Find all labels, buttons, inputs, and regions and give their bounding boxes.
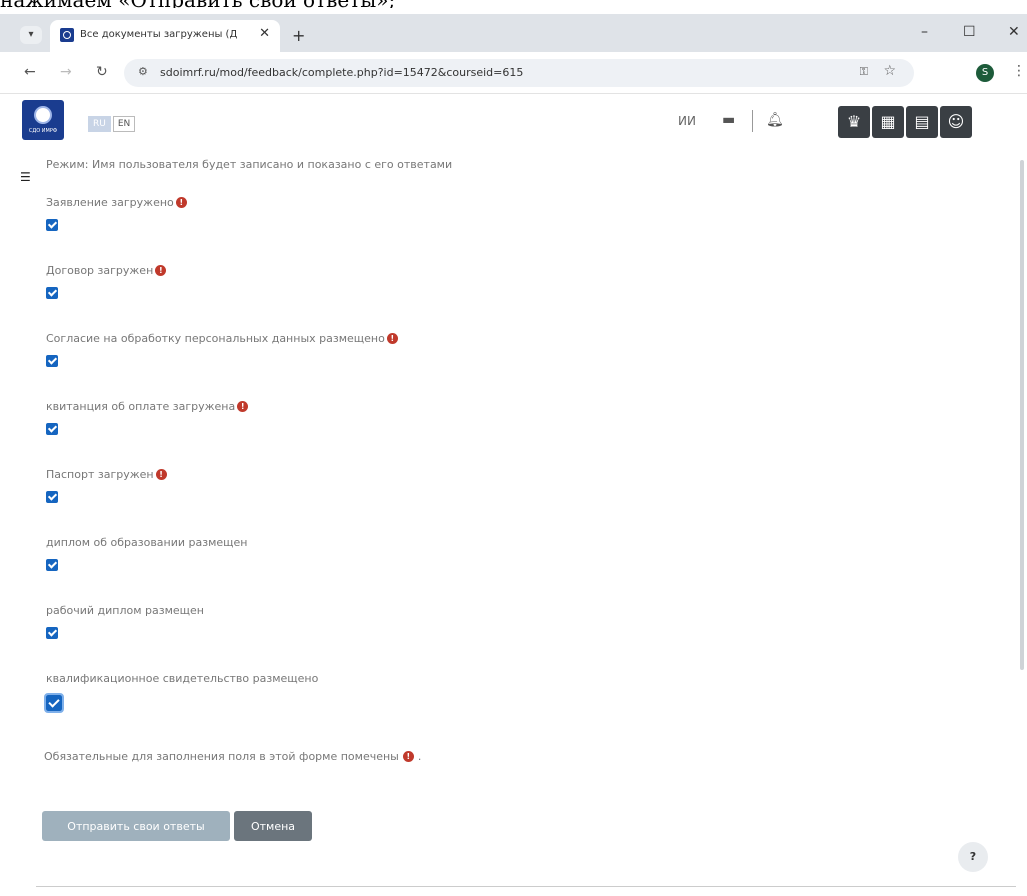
calendar-icon[interactable]: ▤ [906, 106, 938, 138]
required-icon: ! [175, 197, 187, 208]
question-item: Паспорт загружен! [46, 468, 167, 503]
question-item: квалификационное свидетельство размещено [44, 672, 319, 713]
page-scrollbar[interactable] [1020, 160, 1024, 670]
logo-text: СДО ИМРФ [28, 128, 58, 134]
required-icon: ! [155, 265, 167, 276]
question-item: рабочий диплом размещен [46, 604, 204, 639]
required-icon: ! [386, 333, 398, 344]
tab-title: Все документы загружены (Д [80, 29, 238, 40]
browser-toolbar: ← → ↻ ⚙ sdoimrf.ru/mod/feedback/complete… [0, 52, 1027, 94]
required-icon: ! [402, 751, 414, 762]
question-label: Паспорт загружен [46, 468, 154, 481]
header-divider [752, 110, 753, 132]
close-window-button[interactable]: ✕ [1008, 24, 1020, 40]
lang-en-button[interactable]: EN [112, 116, 136, 132]
lang-ru-button[interactable]: RU [88, 116, 111, 132]
messages-icon[interactable]: ▬ [722, 112, 735, 128]
site-info-icon[interactable]: ⚙ [138, 65, 148, 78]
password-key-icon[interactable]: ⚿ [860, 65, 868, 79]
logo-emblem-icon [34, 106, 52, 124]
question-item: Согласие на обработку персональных данны… [46, 332, 398, 367]
browser-menu-icon[interactable]: ⋮ [1012, 63, 1026, 79]
question-label: Договор загружен [46, 264, 154, 277]
accessibility-icon[interactable]: ☺ [940, 106, 972, 138]
required-fields-note: Обязательные для заполнения поля в этой … [44, 750, 421, 763]
profile-avatar[interactable]: S [976, 64, 994, 82]
feedback-form: Режим: Имя пользователя будет записано и… [0, 156, 1027, 896]
required-icon: ! [155, 469, 167, 480]
trophy-icon[interactable]: ♛ [838, 106, 870, 138]
site-header: СДО ИМРФ RU EN ИИ ▬ 🔔︎ ♛ ▦ ▤ ☺ [0, 94, 1027, 156]
question-checkbox[interactable] [46, 355, 58, 367]
help-button[interactable]: ? [958, 842, 988, 872]
question-item: Договор загружен! [46, 264, 167, 299]
grid-layout-icon[interactable]: ▦ [872, 106, 904, 138]
address-bar[interactable]: ⚙ sdoimrf.ru/mod/feedback/complete.php?i… [124, 59, 914, 87]
new-tab-button[interactable]: + [292, 26, 305, 45]
back-arrow-icon[interactable]: ← [24, 64, 36, 80]
reload-icon[interactable]: ↻ [96, 64, 108, 80]
notifications-bell-icon[interactable]: 🔔︎ [766, 112, 784, 128]
bookmark-star-icon[interactable]: ☆ [883, 63, 896, 79]
minimize-button[interactable]: – [921, 24, 928, 40]
required-note-end: . [417, 750, 422, 763]
mode-notice: Режим: Имя пользователя будет записано и… [46, 158, 453, 171]
document-caption: нажимаем «Отправить свои ответы»; [0, 0, 1027, 8]
site-favicon-icon [60, 28, 74, 42]
tab-search-dropdown-icon[interactable]: ▾ [20, 26, 42, 44]
question-checkbox-focused[interactable] [44, 693, 64, 713]
question-checkbox[interactable] [46, 627, 58, 639]
question-label: квалификационное свидетельство размещено [46, 672, 319, 685]
footer-divider [36, 886, 1016, 887]
required-icon: ! [237, 401, 249, 412]
question-label: Согласие на обработку персональных данны… [46, 332, 385, 345]
cancel-button[interactable]: Отмена [234, 811, 312, 841]
question-checkbox[interactable] [46, 559, 58, 571]
question-label: рабочий диплом размещен [46, 604, 204, 617]
submit-answers-button[interactable]: Отправить свои ответы [42, 811, 230, 841]
browser-tab-active[interactable]: Все документы загружены (Д ✕ [50, 20, 280, 52]
maximize-button[interactable]: ☐ [963, 24, 976, 40]
site-logo[interactable]: СДО ИМРФ [22, 100, 64, 140]
question-item: диплом об образовании размещен [46, 536, 248, 571]
question-label: квитанция об оплате загружена [46, 400, 236, 413]
question-checkbox[interactable] [46, 287, 58, 299]
user-menu[interactable]: ИИ [678, 114, 696, 128]
question-checkbox[interactable] [46, 219, 58, 231]
question-item: квитанция об оплате загружена! [46, 400, 249, 435]
question-label: диплом об образовании размещен [46, 536, 248, 549]
url-text[interactable]: sdoimrf.ru/mod/feedback/complete.php?id=… [160, 66, 523, 79]
required-note-text: Обязательные для заполнения поля в этой … [44, 750, 399, 763]
question-checkbox[interactable] [46, 491, 58, 503]
language-switcher: RU EN [88, 116, 136, 132]
question-item: Заявление загружено! [46, 196, 187, 231]
question-label: Заявление загружено [46, 196, 174, 209]
browser-tab-bar: ▾ Все документы загружены (Д ✕ + – ☐ ✕ [0, 14, 1027, 52]
tab-close-icon[interactable]: ✕ [259, 26, 270, 41]
question-checkbox[interactable] [46, 423, 58, 435]
forward-arrow-icon[interactable]: → [60, 64, 72, 80]
